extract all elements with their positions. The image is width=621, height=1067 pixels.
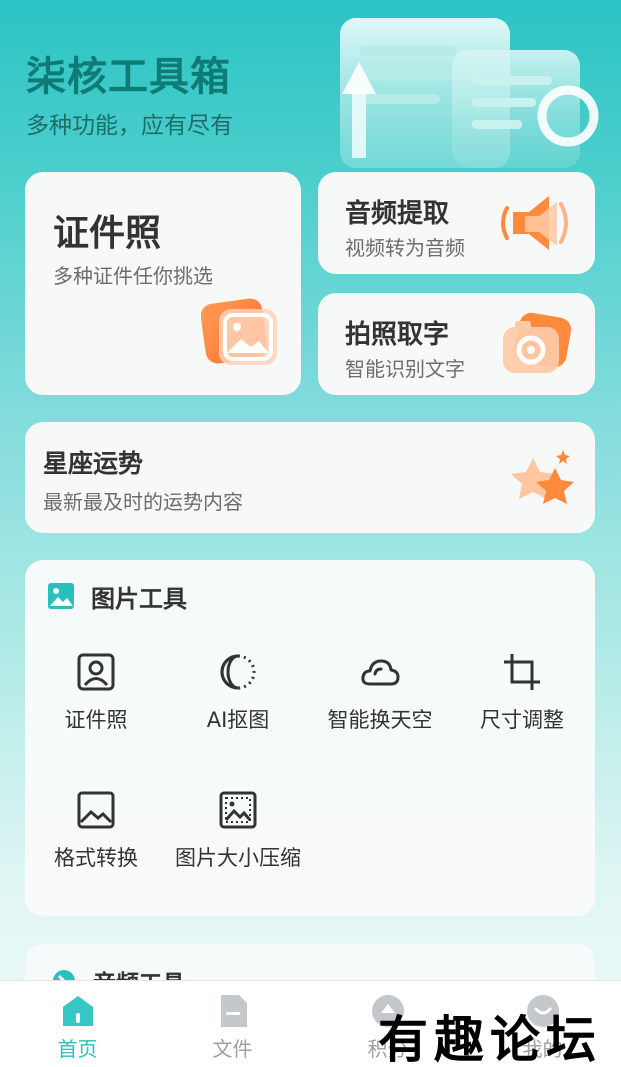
compress-image-icon [219, 791, 257, 829]
audio-extract-card[interactable]: 音频提取 视频转为音频 [318, 172, 595, 274]
image-tools-header: 图片工具 [47, 580, 187, 613]
tool-label: 证件照 [64, 708, 128, 732]
page-header: 柒核工具箱 多种功能，应有尽有 [0, 0, 621, 170]
horoscope-card-subtitle: 最新最及时的运势内容 [43, 490, 243, 514]
speaker-icon [501, 196, 568, 250]
tool-image-compress[interactable]: 图片大小压缩 [167, 790, 309, 890]
home-icon [62, 996, 93, 1026]
id-photo-card-title: 证件照 [53, 213, 162, 254]
tool-label: 尺寸调整 [480, 708, 564, 732]
horoscope-card[interactable]: 星座运势 最新最及时的运势内容 [25, 422, 595, 533]
tool-ai-cutout[interactable]: AI抠图 [167, 652, 309, 752]
stars-icon [511, 450, 574, 504]
tab-files[interactable]: 文件 [155, 981, 310, 1067]
audio-extract-card-title: 音频提取 [345, 199, 450, 229]
audio-extract-card-subtitle: 视频转为音频 [345, 236, 465, 260]
app-title: 柒核工具箱 [26, 54, 231, 100]
tab-files-label: 文件 [212, 1037, 253, 1061]
ocr-card-title: 拍照取字 [345, 320, 450, 350]
image-tools-panel: 图片工具 证件照 AI抠图 智能换天空 尺寸调整 格式转换 图片大小压缩 [25, 560, 595, 916]
id-photo-card-subtitle: 多种证件任你挑选 [53, 264, 213, 288]
tab-home-label: 首页 [57, 1037, 98, 1061]
gallery-icon [48, 583, 74, 609]
tool-id-photo[interactable]: 证件照 [25, 652, 167, 752]
tool-resize[interactable]: 尺寸调整 [451, 652, 593, 752]
image-tools-title: 图片工具 [91, 584, 187, 613]
app-subtitle: 多种功能，应有尽有 [26, 113, 233, 139]
tool-sky-replace[interactable]: 智能换天空 [309, 652, 451, 752]
tool-label: 智能换天空 [327, 708, 433, 732]
image-icon [201, 298, 277, 365]
tool-label: 图片大小压缩 [175, 846, 301, 870]
horoscope-card-title: 星座运势 [43, 449, 144, 478]
portrait-icon [77, 653, 115, 691]
picture-frame-icon [77, 791, 115, 829]
ocr-card[interactable]: 拍照取字 智能识别文字 [318, 293, 595, 395]
tool-label: AI抠图 [206, 708, 270, 732]
forum-watermark: 有趣论坛 [378, 1010, 602, 1067]
cutout-icon [220, 654, 256, 690]
id-photo-card[interactable]: 证件照 多种证件任你挑选 [25, 172, 301, 395]
camera-icon [503, 312, 572, 373]
cloud-icon [361, 659, 400, 686]
tool-label: 格式转换 [54, 846, 138, 870]
documents-illustration-icon [340, 18, 599, 168]
tab-home[interactable]: 首页 [0, 981, 155, 1067]
crop-icon [504, 654, 540, 690]
ocr-card-subtitle: 智能识别文字 [345, 357, 465, 381]
file-icon [220, 995, 247, 1027]
tool-format-convert[interactable]: 格式转换 [25, 790, 167, 890]
